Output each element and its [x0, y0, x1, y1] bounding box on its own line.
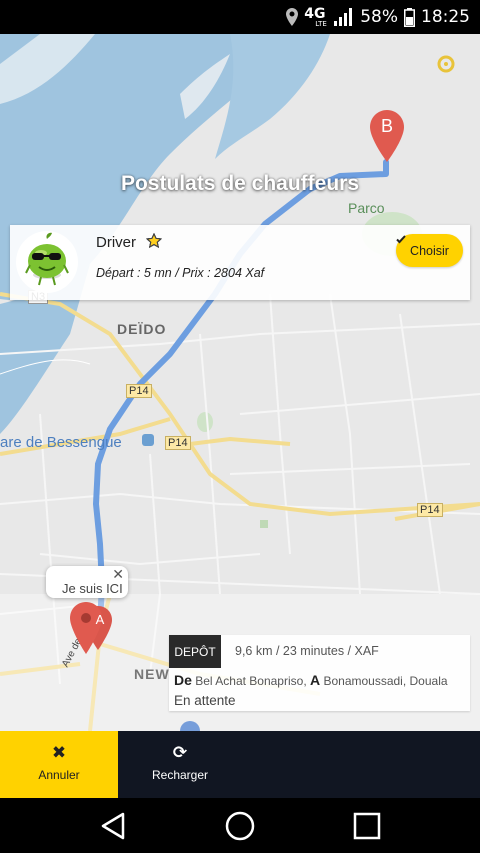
info-window-text: Je suis ICI: [62, 581, 123, 596]
network-4g-icon: 4G LTE: [304, 6, 327, 28]
driver-avatar: [16, 231, 78, 293]
map-pin-icon: [70, 602, 112, 654]
page-title: Postulats de chauffeurs: [120, 172, 360, 195]
origin-marker[interactable]: A: [68, 602, 116, 660]
signal-icon: [334, 8, 354, 26]
map-label-deido: DEÏDO: [117, 321, 167, 337]
recents-icon: [353, 812, 381, 839]
close-icon: ✖: [51, 743, 67, 763]
back-icon: [101, 812, 125, 839]
map-label-new: NEW: [134, 666, 170, 682]
home-button[interactable]: [200, 798, 280, 853]
driver-name: Driver: [96, 234, 136, 251]
from-address: Bel Achat Bonapriso,: [195, 674, 307, 688]
map-label-bessengue: are de Bessengue: [0, 434, 122, 451]
to-label: A: [310, 672, 321, 688]
trip-details-panel: DEPÔT 9,6 km / 23 minutes / XAF De Bel A…: [169, 635, 470, 711]
location-icon: [286, 8, 299, 26]
departure-price: Départ : 5 mn / Prix : 2804 Xaf: [96, 266, 265, 280]
from-label: De: [174, 672, 192, 688]
cancel-button[interactable]: ✖ Annuler: [0, 731, 118, 798]
lime-mascot-icon: [25, 232, 69, 286]
location-info-window[interactable]: Je suis ICI ✕: [46, 566, 128, 598]
back-button[interactable]: [73, 798, 153, 853]
choose-button-label: Choisir: [410, 243, 449, 258]
marker-a-label: A: [95, 612, 105, 627]
battery-percent: 58%: [360, 7, 398, 27]
marker-b-label: B: [380, 116, 393, 136]
battery-icon: [404, 7, 415, 27]
map-label-p14-a: P14: [126, 384, 152, 398]
trip-status: En attente: [174, 693, 236, 708]
recents-button[interactable]: [327, 798, 407, 853]
driver-offer-card[interactable]: Driver Départ : 5 mn / Prix : 2804 Xaf C…: [10, 225, 470, 300]
trip-summary: 9,6 km / 23 minutes / XAF: [235, 644, 379, 658]
cancel-label: Annuler: [38, 768, 80, 782]
home-icon: [225, 811, 255, 840]
trip-route: De Bel Achat Bonapriso, A Bonamoussadi, …: [174, 672, 448, 688]
choose-driver-button[interactable]: Choisir: [396, 234, 463, 267]
map-label-p14-c: P14: [417, 503, 443, 517]
clock: 18:25: [421, 7, 470, 27]
refresh-icon: ⟳: [172, 743, 188, 763]
star-empty-icon: [146, 233, 162, 248]
map-label-p14-b: P14: [165, 436, 191, 450]
destination-marker[interactable]: B: [370, 110, 404, 162]
reload-label: Recharger: [151, 768, 209, 782]
reload-button[interactable]: ⟳ Recharger: [120, 731, 240, 798]
action-bar: ✖ Annuler ⟳ Recharger: [0, 731, 480, 798]
map-label-parco: Parco: [348, 200, 385, 216]
system-nav-bar: [0, 798, 480, 853]
close-icon[interactable]: ✕: [112, 567, 124, 583]
map-view[interactable]: N3 DEÏDO P14 are de Bessengue P14 P14 Pa…: [0, 34, 480, 731]
status-bar: 4G LTE 58% 18:25: [0, 0, 480, 34]
depot-tag: DEPÔT: [169, 635, 221, 668]
check-icon: [396, 235, 406, 244]
to-address: Bonamoussadi, Douala: [323, 674, 448, 688]
